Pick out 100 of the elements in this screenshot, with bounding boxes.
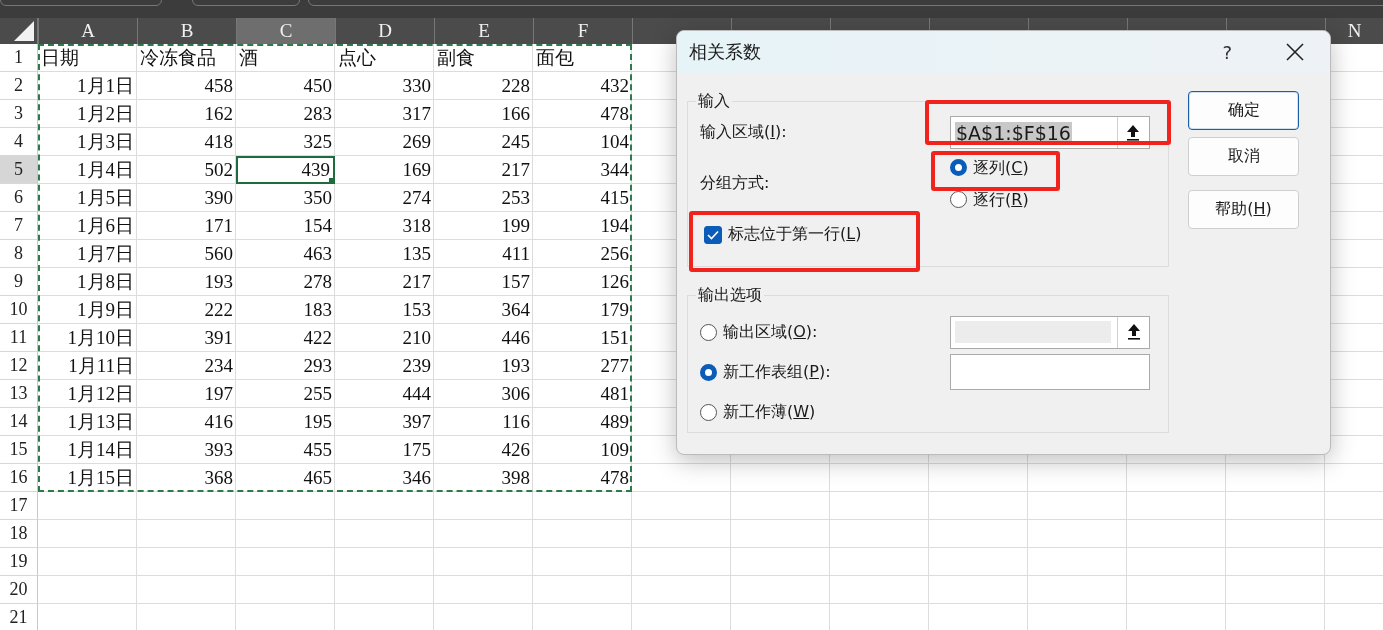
- group-legend: 输入: [696, 91, 732, 112]
- radio-option[interactable]: 逐列(C): [950, 159, 1029, 177]
- column-header[interactable]: B: [137, 18, 236, 44]
- table-cell-text: 日期: [40, 46, 80, 70]
- table-cell-text: 455: [302, 438, 333, 462]
- field-label: 分组方式:: [700, 173, 771, 195]
- corner-triangle-icon: [14, 21, 34, 41]
- column-header[interactable]: N: [1325, 18, 1383, 44]
- table-cell-text: 397: [401, 410, 432, 434]
- table-cell-text: 277: [599, 354, 630, 378]
- radio-option[interactable]: 新工作薄(W): [700, 403, 816, 421]
- table-cell-text: 415: [599, 186, 630, 210]
- table-cell-text: 368: [203, 466, 234, 490]
- column-header[interactable]: F: [533, 18, 632, 44]
- group-legend: 输出选项: [696, 285, 764, 306]
- table-cell-text: 306: [500, 382, 531, 406]
- row-header[interactable]: 7: [0, 212, 38, 240]
- table-cell-text: 481: [599, 382, 630, 406]
- table-cell-text: 330: [401, 74, 432, 98]
- table-cell-text: 1月8日: [76, 270, 135, 294]
- table-cell-text: 560: [203, 242, 234, 266]
- table-cell: 439: [236, 156, 335, 184]
- row-header[interactable]: 20: [0, 576, 38, 604]
- table-cell-text: 350: [302, 186, 333, 210]
- row-header[interactable]: 12: [0, 352, 38, 380]
- column-header[interactable]: A: [38, 18, 137, 44]
- help-button[interactable]: ?: [1216, 39, 1238, 65]
- table-cell-text: 1月2日: [76, 102, 135, 126]
- row-header[interactable]: 4: [0, 128, 38, 156]
- table-cell-text: 1月7日: [76, 242, 135, 266]
- table-cell-text: 364: [500, 298, 531, 322]
- table-cell-text: 446: [500, 326, 531, 350]
- table-cell-text: 195: [302, 410, 333, 434]
- table-cell-text: 153: [401, 298, 432, 322]
- table-cell-text: 317: [401, 102, 432, 126]
- table-cell-text: 344: [599, 158, 630, 182]
- table-cell-text: 183: [302, 298, 333, 322]
- table-cell-text: 193: [500, 354, 531, 378]
- table-cell-text: 426: [500, 438, 531, 462]
- table-cell-text: 副食: [436, 46, 476, 70]
- table-cell-text: 256: [599, 242, 630, 266]
- row-header[interactable]: 17: [0, 492, 38, 520]
- table-cell-text: 1月1日: [76, 74, 135, 98]
- table-cell-text: 346: [401, 466, 432, 490]
- input-field[interactable]: [950, 354, 1150, 390]
- checkbox-option[interactable]: 标志位于第一行(L): [704, 224, 862, 246]
- table-cell-text: 283: [302, 102, 333, 126]
- column-header[interactable]: D: [335, 18, 434, 44]
- column-header[interactable]: C: [236, 18, 335, 44]
- table-cell-text: 228: [500, 74, 531, 98]
- row-header[interactable]: 14: [0, 408, 38, 436]
- table-cell-text: 126: [599, 270, 630, 294]
- row-header[interactable]: 18: [0, 520, 38, 548]
- row-header[interactable]: 8: [0, 240, 38, 268]
- table-cell-text: 432: [599, 74, 630, 98]
- upload-arrow-icon: [1126, 123, 1141, 142]
- table-cell-text: 234: [203, 354, 234, 378]
- table-cell-text: 239: [401, 354, 432, 378]
- row-header[interactable]: 1: [0, 44, 38, 72]
- row-header[interactable]: 19: [0, 548, 38, 576]
- table-cell-text: 245: [500, 130, 531, 154]
- table-cell-text: 502: [203, 158, 234, 182]
- table-cell-text: 416: [203, 410, 234, 434]
- row-header[interactable]: 2: [0, 72, 38, 100]
- row-header[interactable]: 9: [0, 268, 38, 296]
- table-cell-text: 1月3日: [76, 130, 135, 154]
- dialog-button[interactable]: 确定: [1188, 91, 1299, 130]
- row-header[interactable]: 16: [0, 464, 38, 492]
- table-cell-text: 278: [302, 270, 333, 294]
- row-header[interactable]: 5: [0, 156, 38, 184]
- row-header[interactable]: 15: [0, 436, 38, 464]
- table-cell-text: 391: [203, 326, 234, 350]
- select-all-button[interactable]: [0, 18, 38, 44]
- table-cell-text: 458: [203, 74, 234, 98]
- table-cell-text: 酒: [238, 46, 259, 70]
- table-cell-text: 175: [401, 438, 432, 462]
- table-cell-text: 318: [401, 214, 432, 238]
- radio-option[interactable]: 逐行(R): [950, 190, 1029, 209]
- row-header[interactable]: 13: [0, 380, 38, 408]
- dialog-button[interactable]: 帮助(H): [1188, 190, 1299, 229]
- radio-option[interactable]: 新工作表组(P):: [700, 363, 831, 381]
- table-cell-text: 1月15日: [66, 466, 135, 490]
- row-header[interactable]: 11: [0, 324, 38, 352]
- table-cell-text: 1月12日: [66, 382, 135, 406]
- table-cell-text: 210: [401, 326, 432, 350]
- table-cell-text: 463: [302, 242, 333, 266]
- table-cell-text: 411: [501, 242, 531, 266]
- row-header[interactable]: 6: [0, 184, 38, 212]
- row-header[interactable]: 10: [0, 296, 38, 324]
- row-header[interactable]: 3: [0, 100, 38, 128]
- table-cell-text: 217: [401, 270, 432, 294]
- dialog-button[interactable]: 取消: [1188, 137, 1299, 176]
- table-cell-text: 197: [203, 382, 234, 406]
- table-cell-text: 104: [599, 130, 630, 154]
- table-cell-text: 293: [302, 354, 333, 378]
- column-header[interactable]: E: [434, 18, 533, 44]
- table-cell-text: 157: [500, 270, 531, 294]
- table-cell-text: 393: [203, 438, 234, 462]
- table-cell-text: 193: [203, 270, 234, 294]
- table-cell-text: 194: [599, 214, 630, 238]
